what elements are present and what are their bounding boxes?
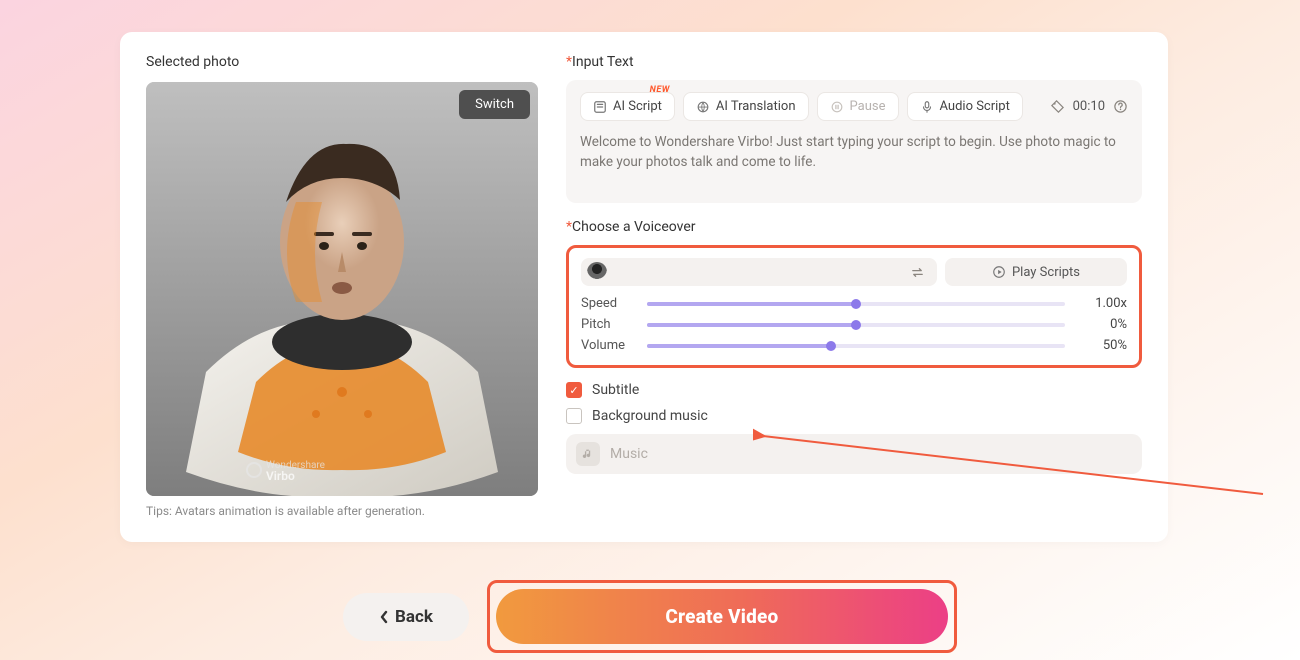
- right-column: *Input Text AI Script NEW AI Translation…: [566, 54, 1142, 524]
- translate-icon: [696, 100, 710, 114]
- speed-slider[interactable]: [647, 302, 1065, 306]
- chevron-left-icon: [379, 610, 389, 624]
- music-icon: [576, 442, 600, 466]
- subtitle-checkbox[interactable]: [566, 382, 582, 398]
- play-icon: [992, 265, 1006, 279]
- create-video-button[interactable]: Create Video: [496, 589, 948, 644]
- back-button[interactable]: Back: [343, 593, 469, 641]
- voice-avatar-icon: [587, 262, 607, 282]
- watermark-product: Virbo: [266, 469, 295, 483]
- speed-slider-row: Speed 1.00x: [581, 296, 1127, 311]
- voiceover-panel: Play Scripts Speed 1.00x Pitch 0% Volume…: [566, 245, 1142, 368]
- tag-icon[interactable]: [1050, 99, 1065, 114]
- input-text-label: *Input Text: [566, 54, 1142, 70]
- voice-select[interactable]: [581, 258, 937, 286]
- script-textarea[interactable]: Welcome to Wondershare Virbo! Just start…: [580, 133, 1128, 189]
- pitch-value: 0%: [1079, 317, 1127, 332]
- left-column: Selected photo: [146, 54, 538, 524]
- subtitle-label: Subtitle: [592, 382, 639, 398]
- bgm-checkbox[interactable]: [566, 408, 582, 424]
- speed-value: 1.00x: [1079, 296, 1127, 311]
- music-placeholder: Music: [610, 446, 1132, 462]
- speed-label: Speed: [581, 296, 633, 311]
- duration-group: 00:10: [1050, 99, 1128, 114]
- subtitle-row: Subtitle: [566, 382, 1142, 398]
- editor-card: Selected photo: [120, 32, 1168, 542]
- avatar-image: Wondershare Virbo: [146, 82, 538, 496]
- pause-icon: [830, 100, 844, 114]
- audio-script-chip[interactable]: Audio Script: [907, 92, 1023, 121]
- tips-text: Tips: Avatars animation is available aft…: [146, 504, 538, 518]
- volume-slider[interactable]: [647, 344, 1065, 348]
- volume-slider-row: Volume 50%: [581, 338, 1127, 353]
- play-scripts-button[interactable]: Play Scripts: [945, 258, 1127, 286]
- mic-icon: [920, 100, 934, 114]
- pitch-label: Pitch: [581, 317, 633, 332]
- duration-text: 00:10: [1073, 99, 1105, 114]
- script-icon: [593, 100, 607, 114]
- bgm-label: Background music: [592, 408, 708, 424]
- toolbar: AI Script NEW AI Translation Pause Audio…: [580, 92, 1128, 121]
- ai-script-chip[interactable]: AI Script NEW: [580, 92, 675, 121]
- voiceover-label: *Choose a Voiceover: [566, 219, 1142, 235]
- switch-photo-button[interactable]: Switch: [459, 90, 530, 119]
- swap-icon: [910, 265, 925, 280]
- bgm-row: Background music: [566, 408, 1142, 424]
- new-badge: NEW: [650, 85, 670, 95]
- pitch-slider-row: Pitch 0%: [581, 317, 1127, 332]
- input-text-box: AI Script NEW AI Translation Pause Audio…: [566, 80, 1142, 203]
- volume-value: 50%: [1079, 338, 1127, 353]
- create-video-highlight: Create Video: [487, 580, 957, 653]
- pause-chip: Pause: [817, 92, 899, 121]
- selected-photo: Wondershare Virbo Switch: [146, 82, 538, 496]
- ai-translation-chip[interactable]: AI Translation: [683, 92, 809, 121]
- volume-label: Volume: [581, 338, 633, 353]
- pitch-slider[interactable]: [647, 323, 1065, 327]
- music-selector[interactable]: Music: [566, 434, 1142, 474]
- help-icon[interactable]: [1113, 99, 1128, 114]
- footer: Back Create Video: [0, 580, 1300, 653]
- selected-photo-title: Selected photo: [146, 54, 538, 70]
